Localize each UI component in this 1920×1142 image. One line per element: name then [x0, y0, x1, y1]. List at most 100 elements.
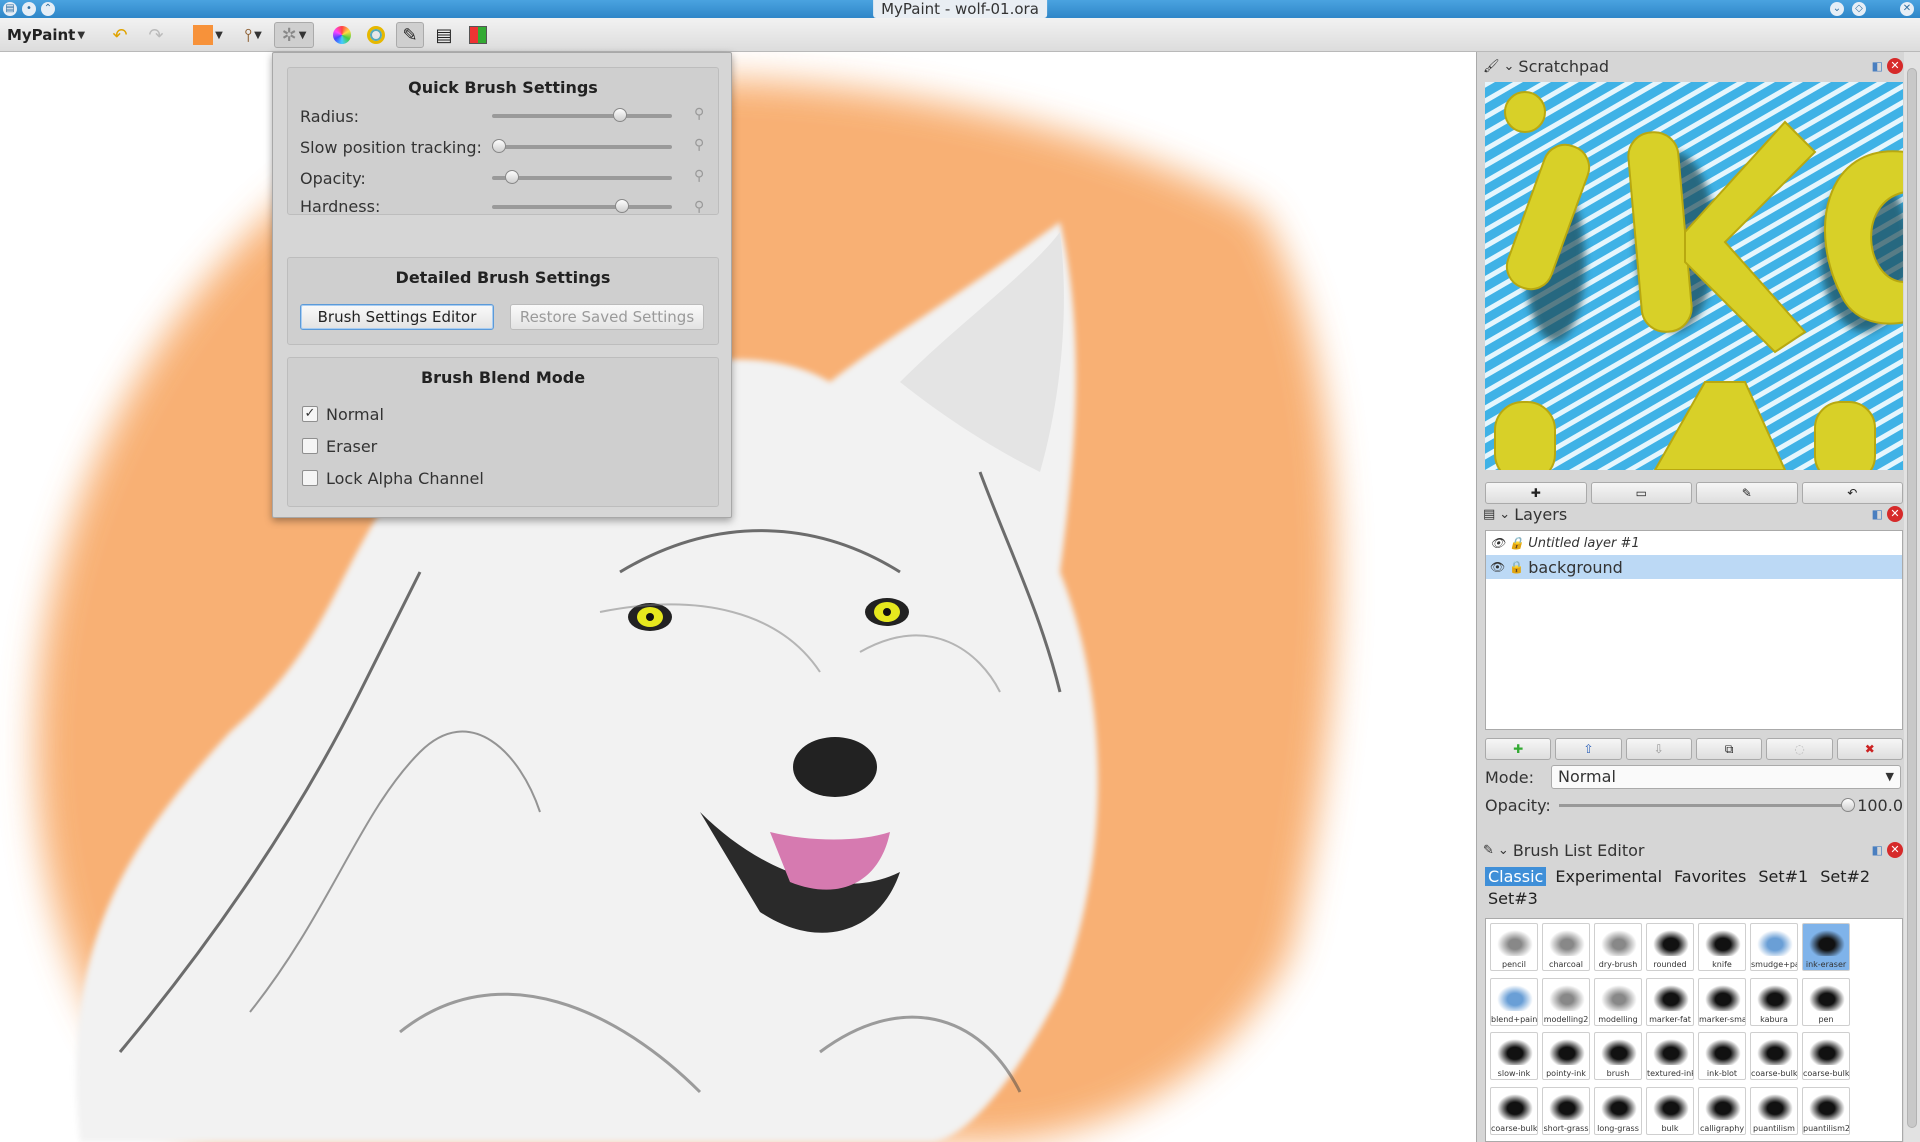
window-menu-icon[interactable]: ▤: [3, 2, 17, 16]
reset-icon[interactable]: ⚲: [694, 137, 704, 153]
brush-item[interactable]: ink-blot: [1698, 1032, 1746, 1080]
tab-experimental[interactable]: Experimental: [1552, 867, 1665, 886]
layers-header[interactable]: ▤ ⌄ Layers ◧ ✕: [1483, 502, 1907, 526]
layer-row[interactable]: 👁 🔒 background: [1486, 555, 1902, 579]
detach-icon[interactable]: ◧: [1872, 507, 1883, 521]
color-swatch-button[interactable]: ▼: [190, 22, 226, 48]
paint-brush-icon[interactable]: ✎: [396, 22, 424, 48]
chevron-down-icon[interactable]: ⌄: [1504, 59, 1515, 74]
color-ring-icon[interactable]: [362, 22, 390, 48]
brush-settings-button[interactable]: ✲ ▼: [274, 22, 314, 48]
eye-icon[interactable]: 👁: [1490, 560, 1505, 574]
lock-alpha-checkbox[interactable]: [302, 470, 318, 486]
delete-layer-icon[interactable]: ✖: [1836, 738, 1903, 760]
radius-slider-thumb[interactable]: [613, 108, 628, 122]
drawing-canvas[interactable]: [0, 52, 1476, 1142]
opacity-slider-thumb[interactable]: [505, 170, 520, 184]
undo-icon[interactable]: ↶: [106, 22, 134, 48]
chevron-down-icon[interactable]: ⌄: [1499, 507, 1510, 522]
merge-layer-icon[interactable]: ◌: [1766, 738, 1833, 760]
brush-item[interactable]: coarse-bulk-3: [1750, 1032, 1798, 1080]
lock-alpha-checkbox-row[interactable]: Lock Alpha Channel: [302, 466, 484, 490]
layers-icon[interactable]: ▤: [430, 22, 458, 48]
maximize-icon[interactable]: ◇: [1852, 2, 1866, 16]
tab-set2[interactable]: Set#2: [1817, 867, 1873, 886]
brush-item[interactable]: slow-ink: [1490, 1032, 1538, 1080]
brush-item[interactable]: rounded: [1646, 923, 1694, 971]
minimize-icon[interactable]: ⌄: [1830, 2, 1844, 16]
brush-item[interactable]: puantilism2: [1802, 1086, 1850, 1135]
brush-item[interactable]: bulk: [1646, 1086, 1694, 1135]
load-scratchpad-icon[interactable]: ▭: [1590, 482, 1692, 504]
save-scratchpad-icon[interactable]: ✎: [1696, 482, 1798, 504]
close-window-icon[interactable]: ✕: [1900, 2, 1914, 16]
close-icon[interactable]: ✕: [1887, 58, 1903, 74]
close-icon[interactable]: ✕: [1887, 842, 1903, 858]
brush-item[interactable]: marker-small: [1698, 977, 1746, 1026]
new-scratchpad-icon[interactable]: ✚: [1485, 482, 1587, 504]
brush-selector-button[interactable]: ⫯ ▼: [234, 22, 272, 48]
scratchpad-header[interactable]: 🖌 ⌄ Scratchpad ◧ ✕: [1483, 54, 1907, 78]
add-layer-icon[interactable]: ✚: [1485, 738, 1552, 760]
brush-item[interactable]: modelling2: [1542, 977, 1590, 1026]
chevron-down-icon[interactable]: ⌄: [1498, 843, 1509, 858]
scratchpad-canvas[interactable]: [1485, 82, 1903, 470]
brush-item[interactable]: pen: [1802, 977, 1850, 1026]
eye-icon[interactable]: 👁: [1490, 536, 1505, 550]
layer-row[interactable]: 👁 🔒 Untitled layer #1: [1486, 531, 1902, 555]
brush-item[interactable]: pencil: [1490, 923, 1538, 971]
brush-item[interactable]: pointy-ink: [1542, 1032, 1590, 1080]
brush-item[interactable]: ink-eraser: [1802, 923, 1850, 971]
brush-item[interactable]: textured-ink: [1646, 1032, 1694, 1080]
brush-item[interactable]: coarse-bulk-1: [1490, 1086, 1538, 1135]
move-layer-up-icon[interactable]: ⇧: [1555, 738, 1622, 760]
minimize-dot-icon[interactable]: •: [22, 2, 36, 16]
detach-icon[interactable]: ◧: [1872, 843, 1883, 857]
detach-icon[interactable]: ◧: [1872, 59, 1883, 73]
brush-item[interactable]: marker-fat: [1646, 977, 1694, 1026]
brush-item[interactable]: blend+paint: [1490, 977, 1538, 1026]
normal-checkbox[interactable]: ✓: [302, 406, 318, 422]
radius-slider[interactable]: [492, 108, 672, 122]
eraser-checkbox[interactable]: [302, 438, 318, 454]
brush-item[interactable]: dry-brush: [1594, 923, 1642, 971]
brush-item[interactable]: charcoal: [1542, 923, 1590, 971]
brush-item[interactable]: long-grass: [1594, 1086, 1642, 1135]
scrollbar-thumb[interactable]: [1907, 68, 1917, 1128]
brush-list-header[interactable]: ✎ ⌄ Brush List Editor ◧ ✕: [1483, 838, 1907, 862]
app-menu-button[interactable]: MyPaint ▼: [6, 22, 86, 48]
keep-above-icon[interactable]: ⌃: [41, 2, 55, 16]
tab-favorites[interactable]: Favorites: [1671, 867, 1749, 886]
opacity-slider[interactable]: [492, 170, 672, 184]
color-wheel-icon[interactable]: [328, 22, 356, 48]
layer-opacity-slider[interactable]: [1559, 798, 1855, 812]
reset-icon[interactable]: ⚲: [694, 199, 704, 215]
color-palette-icon[interactable]: [464, 22, 492, 48]
brush-item[interactable]: calligraphy: [1698, 1086, 1746, 1135]
brush-item[interactable]: short-grass: [1542, 1086, 1590, 1135]
tab-set3[interactable]: Set#3: [1485, 889, 1541, 908]
move-layer-down-icon[interactable]: ⇩: [1625, 738, 1692, 760]
hardness-slider-thumb[interactable]: [614, 199, 629, 213]
slow-tracking-slider[interactable]: [492, 139, 672, 153]
brush-item[interactable]: coarse-bulk-2: [1802, 1032, 1850, 1080]
slow-tracking-slider-thumb[interactable]: [492, 139, 506, 153]
lock-icon[interactable]: 🔒: [1509, 536, 1524, 550]
restore-saved-settings-button[interactable]: Restore Saved Settings: [510, 304, 704, 330]
duplicate-layer-icon[interactable]: ⧉: [1695, 738, 1763, 760]
eraser-checkbox-row[interactable]: Eraser: [302, 434, 377, 458]
close-icon[interactable]: ✕: [1887, 506, 1903, 522]
normal-checkbox-row[interactable]: ✓ Normal: [302, 402, 384, 426]
brush-item[interactable]: smudge+paint: [1750, 923, 1798, 971]
reset-icon[interactable]: ⚲: [694, 168, 704, 184]
tab-set1[interactable]: Set#1: [1755, 867, 1811, 886]
tab-classic[interactable]: Classic: [1485, 867, 1547, 886]
dock-scrollbar[interactable]: [1904, 52, 1920, 1142]
lock-icon[interactable]: 🔒: [1509, 560, 1524, 574]
brush-item[interactable]: modelling: [1594, 977, 1642, 1026]
layer-opacity-thumb[interactable]: [1841, 798, 1855, 812]
brush-settings-editor-button[interactable]: Brush Settings Editor: [300, 304, 494, 330]
reset-icon[interactable]: ⚲: [694, 106, 704, 122]
brush-item[interactable]: puantilism: [1750, 1086, 1798, 1135]
hardness-slider[interactable]: [492, 199, 672, 213]
